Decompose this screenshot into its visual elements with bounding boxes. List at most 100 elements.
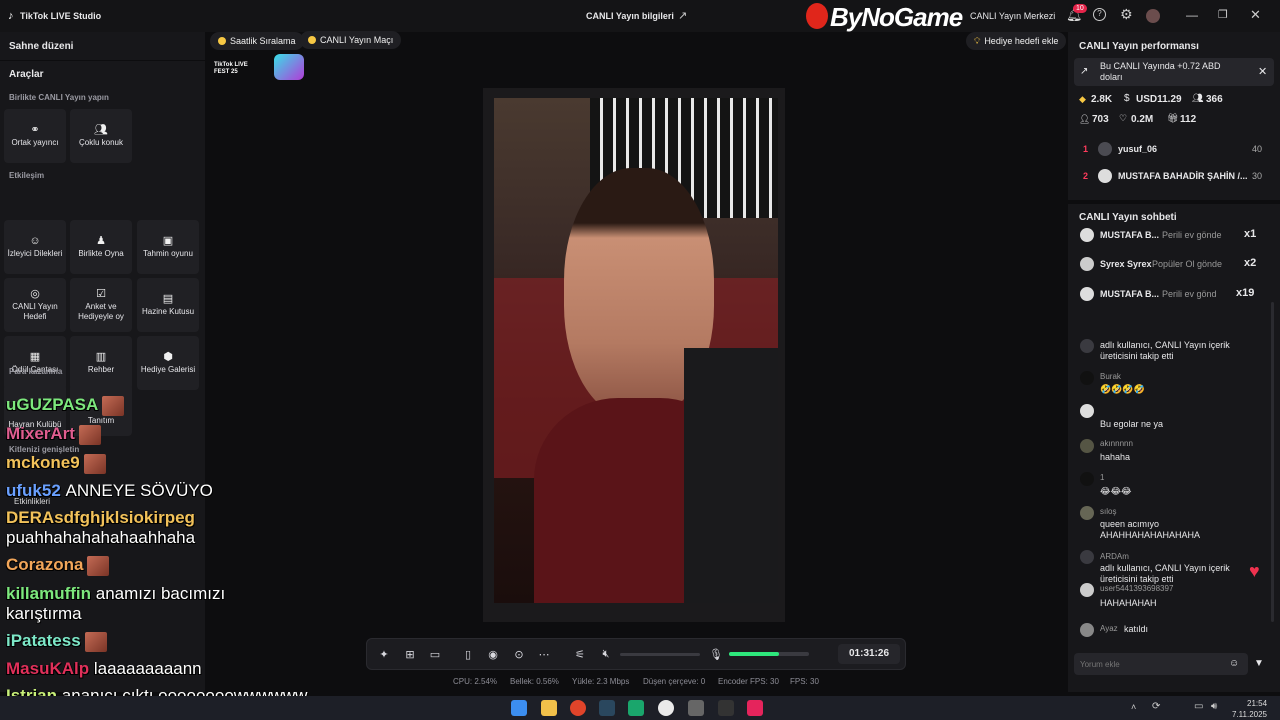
tiktok-taskbar-icon[interactable] [747, 700, 763, 716]
live-goal-label: CANLI Yayın Hedefi [12, 301, 58, 321]
browser-icon[interactable] [570, 700, 586, 716]
layout-icon[interactable]: ▭ [428, 648, 442, 661]
prediction-button[interactable]: ▣ Tahmin oyunu [137, 220, 199, 274]
rank-name[interactable]: yusuf_06 [1118, 144, 1157, 154]
live-info-title[interactable]: CANLI Yayın bilgileri [586, 11, 674, 21]
emoji-icon[interactable]: ☺ [1229, 658, 1239, 669]
followers-count: 703 [1092, 114, 1109, 125]
chat-scrollbar[interactable] [1271, 302, 1274, 622]
camera-switch-icon[interactable]: ⊙ [512, 648, 526, 661]
phone-icon[interactable]: ▯ [461, 648, 475, 661]
record-icon[interactable]: ◉ [486, 648, 500, 661]
clock-date[interactable]: 7.11.2025 [1232, 710, 1267, 719]
steam-icon[interactable] [599, 700, 615, 716]
folder-icon[interactable] [541, 700, 557, 716]
gift-count: x1 [1244, 228, 1257, 240]
fest-logo-icon [274, 54, 304, 80]
scene-layout-header[interactable]: Sahne düzeni [9, 41, 73, 52]
user-avatar[interactable] [1146, 9, 1160, 23]
add-source-icon[interactable]: ⊞ [403, 648, 417, 661]
speaker-muted-icon[interactable]: 🔇︎ [599, 648, 613, 661]
help-icon[interactable]: ? [1093, 8, 1106, 21]
avatar [1080, 623, 1094, 637]
speaker-volume-slider[interactable] [620, 653, 700, 656]
co-host-button[interactable]: ⚭ Ortak yayıncı [4, 109, 66, 163]
gift-sender[interactable]: Syrex Syrex [1100, 259, 1152, 269]
avatar [1080, 439, 1094, 453]
rank-name[interactable]: MUSTAFA BAHADİR ŞAHİN /... [1118, 171, 1248, 181]
volume-icon[interactable]: 🔊︎ [1211, 701, 1217, 712]
magic-wand-icon[interactable]: ✦ [377, 648, 391, 661]
book-icon: ▥ [95, 350, 107, 363]
camera-app-icon[interactable] [688, 700, 704, 716]
sync-icon[interactable]: ⟳ [1152, 701, 1160, 712]
chat-user[interactable]: ARDAm [1100, 552, 1129, 561]
gift-sender[interactable]: MUSTAFA B... [1100, 230, 1159, 240]
maximize-icon[interactable]: ❐ [1218, 8, 1228, 21]
chat-message: 🤣🤣🤣🤣 [1100, 384, 1145, 394]
link-icon: ⚭ [30, 123, 40, 136]
mic-volume-slider[interactable] [729, 652, 809, 656]
overlay-chat-user: Corazona [6, 555, 84, 574]
chat-user[interactable]: 1 [1100, 473, 1104, 482]
live-center-link[interactable]: CANLI Yayın Merkezi [970, 11, 1055, 21]
divider [0, 60, 205, 61]
multi-guest-button[interactable]: 👥︎ Çoklu konuk [70, 109, 132, 163]
gift-goal-chip[interactable]: 💡︎ Hediye hedefi ekle [966, 32, 1067, 50]
start-icon[interactable] [511, 700, 527, 716]
live-goal-button[interactable]: ◎ CANLI Yayın Hedefi [4, 278, 66, 332]
overlay-chat-line: DERAsdfghjklsiokirpeg [6, 508, 195, 528]
close-banner-icon[interactable]: ✕ [1258, 65, 1267, 78]
overlay-chat-user: DERAsdfghjklsiokirpeg [6, 508, 195, 527]
gift-sender[interactable]: MUSTAFA B... [1100, 289, 1159, 299]
stream-timer: 01:31:26 [838, 644, 900, 664]
overlay-chat-user: uGUZPASA [6, 395, 99, 414]
emote-icon [87, 555, 110, 576]
live-match-chip[interactable]: CANLI Yayın Maçı [300, 31, 402, 49]
filter-icon[interactable]: ▼ [1254, 658, 1264, 669]
close-icon[interactable]: ✕ [1250, 7, 1261, 23]
poll-icon: ☑ [96, 287, 106, 300]
settings-gear-icon[interactable]: ⚙ [1120, 6, 1133, 23]
live-fest-badge[interactable]: TikTok LIVE FEST 25 [214, 62, 264, 76]
tools-header: Araçlar [9, 69, 44, 80]
play-together-button[interactable]: ♟ Birlikte Oyna [70, 220, 132, 274]
viewer-wishes-button[interactable]: ☺ İzleyici Dilekleri [4, 220, 66, 274]
app-icon[interactable] [628, 700, 644, 716]
more-icon[interactable]: ⋯ [537, 648, 551, 661]
overlay-chat-message: karıştırma [6, 604, 82, 623]
tray-chevron-icon[interactable]: ˄ [1131, 702, 1136, 712]
chat-message: hahaha [1100, 452, 1131, 462]
overlay-chat-line: uGUZPASA [6, 395, 125, 416]
chat-message: Bu egolar ne ya [1100, 419, 1164, 429]
earnings-text: Bu CANLI Yayında +0.72 ABD doları [1100, 61, 1221, 82]
chat-user[interactable]: Ayaz [1100, 624, 1118, 633]
guide-button[interactable]: ▥ Rehber [70, 336, 132, 390]
microphone-icon[interactable]: 🎙︎ [709, 648, 723, 661]
avatar [1098, 169, 1112, 183]
minimize-icon[interactable]: — [1186, 8, 1198, 22]
reward-bag-button[interactable]: ▦ Ödül Çantası [4, 336, 66, 390]
chrome-icon[interactable] [658, 700, 674, 716]
share-icon[interactable]: ↗ [678, 9, 687, 22]
chat-user[interactable]: akınnnnn [1100, 439, 1133, 448]
dropped-frames-stat: Düşen çerçeve: 0 [643, 677, 706, 686]
clock-time[interactable]: 21:54 [1247, 699, 1267, 708]
terminal-icon[interactable] [718, 700, 734, 716]
mixer-icon[interactable]: ⚟ [573, 648, 587, 661]
right-panel: CANLI Yayın performansı ↗ Bu CANLI Yayın… [1068, 32, 1280, 692]
gift-gallery-button[interactable]: ⬢ Hediye Galerisi [137, 336, 199, 390]
app-title: TikTok LIVE Studio [20, 11, 102, 21]
chat-user[interactable]: Burak [1100, 372, 1121, 381]
viewer-wishes-label: İzleyici Dilekleri [7, 248, 63, 258]
comment-input[interactable] [1074, 653, 1248, 675]
overlay-chat-user: MixerArt [6, 424, 75, 443]
hourly-ranking-chip[interactable]: Saatlik Sıralama [210, 32, 304, 50]
target-icon: ◎ [30, 287, 40, 300]
poll-gift-button[interactable]: ☑ Anket ve Hediyeyle oy [70, 278, 132, 332]
tiktok-logo-icon: ♪ [8, 10, 14, 22]
display-icon[interactable]: ▭ [1194, 701, 1203, 712]
chat-user[interactable]: user5441393698397 [1100, 584, 1173, 593]
chat-user[interactable]: sıloş [1100, 507, 1116, 516]
treasure-box-button[interactable]: ▤ Hazine Kutusu [137, 278, 199, 332]
